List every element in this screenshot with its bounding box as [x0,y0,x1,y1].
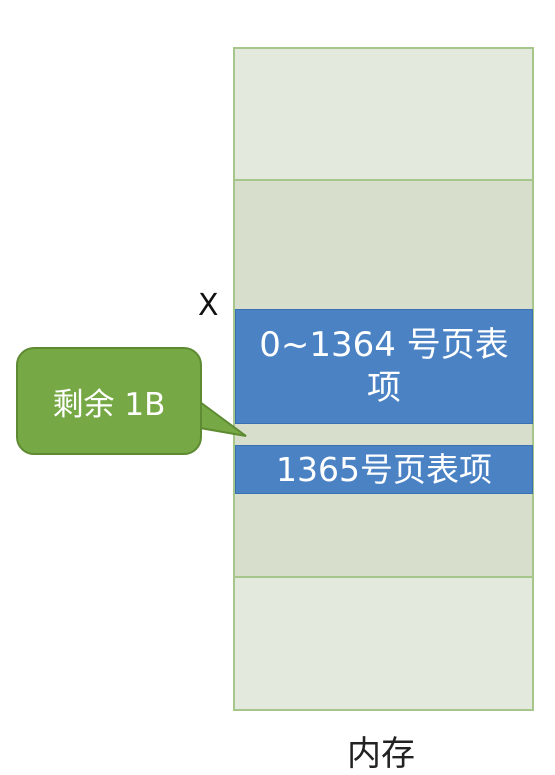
memory-block-top [233,47,534,181]
page-table-entries-0-1364: 0~1364 号页表项 [235,309,533,424]
memory-block-bottom [233,578,534,711]
remaining-bytes-callout-text: 剩余 1B [52,386,166,423]
page-table-entry-1365: 1365号页表项 [235,445,533,494]
remaining-bytes-callout: 剩余 1B [16,347,202,455]
memory-caption: 内存 [347,734,415,774]
page-table-entries-0-1364-label: 0~1364 号页表项 [259,325,509,408]
address-x-label: X [198,288,219,323]
page-table-entry-1365-label: 1365号页表项 [276,449,492,489]
callout-pointer [199,400,247,437]
